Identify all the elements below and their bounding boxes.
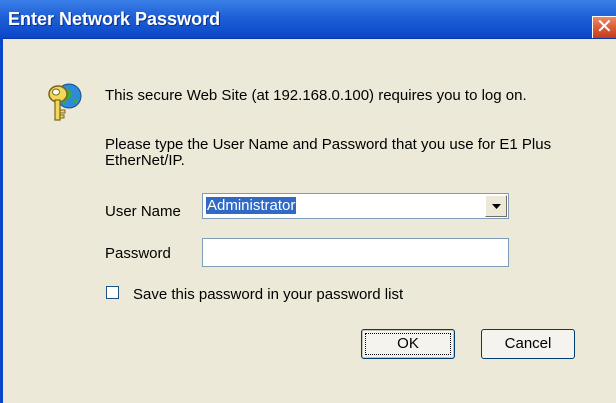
cancel-button[interactable]: Cancel bbox=[481, 329, 575, 359]
title-bar[interactable]: Enter Network Password ✕ bbox=[0, 0, 616, 39]
close-button[interactable]: ✕ bbox=[592, 16, 616, 38]
password-label: Password bbox=[105, 245, 171, 262]
user-name-combobox[interactable]: Administrator bbox=[202, 193, 509, 219]
save-password-checkbox[interactable] bbox=[106, 286, 119, 299]
save-password-label[interactable]: Save this password in your password list bbox=[133, 286, 403, 303]
password-field[interactable] bbox=[202, 238, 509, 267]
user-name-value[interactable]: Administrator bbox=[206, 197, 297, 214]
network-password-dialog: Enter Network Password ✕ This secure Web… bbox=[0, 0, 616, 403]
dialog-title: Enter Network Password bbox=[8, 9, 221, 29]
instructions-message: Please type the User Name and Password t… bbox=[105, 136, 552, 169]
key-icon bbox=[48, 83, 82, 121]
user-name-label: User Name bbox=[105, 203, 181, 220]
dropdown-button[interactable] bbox=[485, 195, 507, 217]
logon-message: This secure Web Site (at 192.168.0.100) … bbox=[105, 87, 527, 104]
chevron-down-icon bbox=[492, 204, 501, 209]
close-icon: ✕ bbox=[596, 16, 613, 38]
ok-button[interactable]: OK bbox=[361, 329, 455, 359]
ok-button-label: OK bbox=[365, 333, 451, 355]
window-border bbox=[0, 38, 3, 403]
